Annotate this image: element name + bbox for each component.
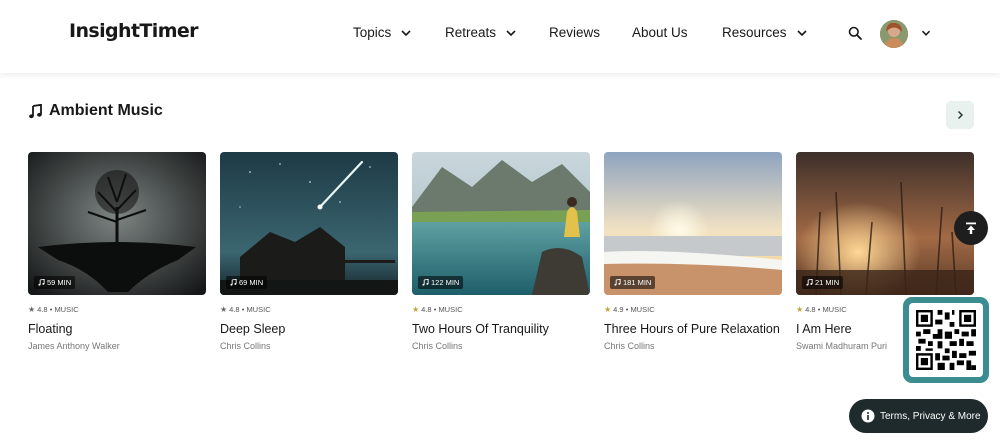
track-thumbnail: 21 MIN — [796, 152, 974, 295]
track-title[interactable]: Deep Sleep — [220, 322, 398, 336]
chevron-down-icon — [506, 29, 516, 36]
track-type: MUSIC — [438, 305, 463, 314]
nav-reviews[interactable]: Reviews — [549, 25, 600, 40]
nav-retreats-label: Retreats — [445, 25, 497, 40]
rating: 4.8 — [421, 305, 432, 314]
separator: • — [241, 305, 245, 314]
duration-label: 21 MIN — [815, 278, 840, 287]
duration-badge: 181 MIN — [610, 276, 656, 289]
chevron-right-icon — [957, 110, 964, 120]
track-author[interactable]: Chris Collins — [604, 341, 782, 351]
track-type: MUSIC — [822, 305, 847, 314]
track-meta: ★ 4.8 • MUSIC — [28, 305, 206, 314]
insight-timer-logo[interactable]: InsightTimer — [69, 20, 199, 42]
terms-privacy-button[interactable]: Terms, Privacy & More — [849, 399, 988, 433]
music-note-icon — [614, 279, 621, 286]
separator: • — [49, 305, 53, 314]
track-card-floating[interactable]: 59 MIN ★ 4.8 • MUSIC Floating James Anth… — [28, 152, 206, 351]
track-card-deep-sleep[interactable]: 69 MIN ★ 4.8 • MUSIC Deep Sleep Chris Co… — [220, 152, 398, 351]
duration-label: 122 MIN — [431, 278, 460, 287]
account-chevron-down-icon[interactable] — [921, 28, 931, 38]
music-note-icon — [230, 279, 237, 286]
track-type: MUSIC — [246, 305, 271, 314]
section-header: Ambient Music — [28, 102, 163, 120]
star-icon: ★ — [220, 305, 228, 314]
chevron-down-icon — [401, 29, 411, 36]
track-meta: ★ 4.8 • MUSIC — [220, 305, 398, 314]
track-meta: ★ 4.9 • MUSIC — [604, 305, 782, 314]
back-to-top-button[interactable] — [954, 211, 988, 245]
duration-badge: 69 MIN — [226, 276, 268, 289]
nav-reviews-label: Reviews — [549, 25, 601, 40]
star-icon: ★ — [796, 305, 804, 314]
track-type: MUSIC — [630, 305, 655, 314]
track-type: MUSIC — [54, 305, 79, 314]
track-author[interactable]: Chris Collins — [412, 341, 590, 351]
track-card-two-hours-of-tranquility[interactable]: 122 MIN ★ 4.8 • MUSIC Two Hours Of Tranq… — [412, 152, 590, 351]
track-title[interactable]: Three Hours of Pure Relaxation — [604, 322, 782, 336]
music-note-icon — [806, 279, 813, 286]
nav-retreats[interactable]: Retreats — [445, 25, 517, 40]
nav-about-us[interactable]: About Us — [632, 25, 688, 40]
track-thumbnail: 59 MIN — [28, 152, 206, 295]
carousel-next-button[interactable] — [946, 101, 974, 129]
nav-about-us-label: About Us — [632, 25, 688, 40]
separator: • — [433, 305, 437, 314]
separator: • — [625, 305, 629, 314]
qr-code-icon — [916, 310, 976, 370]
info-icon — [861, 409, 875, 423]
separator: • — [817, 305, 821, 314]
track-thumbnail: 69 MIN — [220, 152, 398, 295]
nav-resources[interactable]: Resources — [722, 25, 808, 40]
terms-label: Terms, Privacy & More — [880, 410, 981, 422]
star-icon: ★ — [412, 305, 420, 314]
search-icon[interactable] — [848, 26, 862, 40]
star-icon: ★ — [604, 305, 612, 314]
music-note-icon — [29, 103, 42, 118]
track-thumbnail: 181 MIN — [604, 152, 782, 295]
section-title: Ambient Music — [49, 102, 163, 119]
rating: 4.8 — [37, 305, 48, 314]
duration-label: 69 MIN — [239, 278, 264, 287]
duration-badge: 21 MIN — [802, 276, 844, 289]
app-download-qr-code[interactable] — [903, 297, 989, 383]
track-title[interactable]: Floating — [28, 322, 206, 336]
track-title[interactable]: Two Hours Of Tranquility — [412, 322, 590, 336]
track-thumbnail: 122 MIN — [412, 152, 590, 295]
track-author[interactable]: James Anthony Walker — [28, 341, 206, 351]
nav-topics-label: Topics — [353, 25, 392, 40]
top-navigation-bar: InsightTimer Topics Retreats Reviews Abo… — [0, 0, 1000, 73]
duration-badge: 122 MIN — [418, 276, 464, 289]
arrow-up-icon — [966, 222, 976, 234]
user-avatar[interactable] — [880, 20, 908, 48]
track-author[interactable]: Chris Collins — [220, 341, 398, 351]
rating: 4.9 — [613, 305, 624, 314]
music-note-icon — [422, 279, 429, 286]
nav-topics[interactable]: Topics — [353, 25, 412, 40]
chevron-down-icon — [796, 29, 807, 36]
nav-resources-label: Resources — [722, 25, 787, 40]
track-meta: ★ 4.8 • MUSIC — [412, 305, 590, 314]
track-card-three-hours-of-pure-relaxation[interactable]: 181 MIN ★ 4.9 • MUSIC Three Hours of Pur… — [604, 152, 782, 351]
duration-label: 59 MIN — [47, 278, 72, 287]
music-note-icon — [38, 279, 45, 286]
duration-label: 181 MIN — [623, 278, 652, 287]
rating: 4.8 — [229, 305, 240, 314]
rating: 4.8 — [805, 305, 816, 314]
duration-badge: 59 MIN — [34, 276, 76, 289]
star-icon: ★ — [28, 305, 36, 314]
